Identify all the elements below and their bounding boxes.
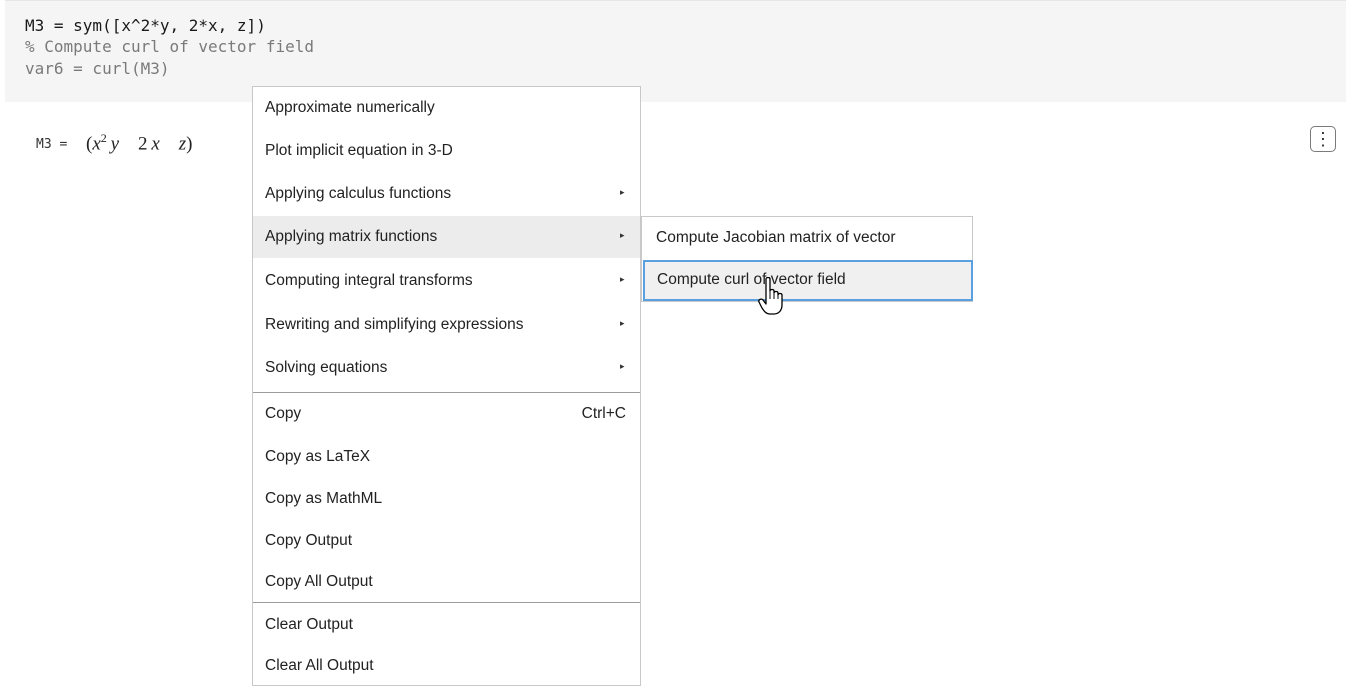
menu-item-label: Applying matrix functions bbox=[265, 228, 438, 245]
output-math-expression: (x2 y 2 x z) bbox=[86, 131, 193, 155]
math-var-y: y bbox=[110, 133, 120, 155]
code-line-3[interactable]: var6 = curl(M3) bbox=[25, 59, 170, 78]
menu-item-label: Solving equations bbox=[265, 359, 388, 376]
menu-item-copy-as-latex[interactable]: Copy as LaTeX bbox=[253, 436, 640, 478]
menu-item-label: Approximate numerically bbox=[265, 99, 435, 116]
output-options-button[interactable]: ⋮ bbox=[1310, 126, 1336, 152]
math-var-x: x bbox=[92, 133, 101, 155]
submenu-arrow-icon: ▸ bbox=[620, 230, 625, 240]
mouse-pointer-icon bbox=[758, 277, 783, 315]
menu-item-approximate-numerically[interactable]: Approximate numerically bbox=[253, 87, 640, 129]
menu-item-clear-all-output[interactable]: Clear All Output bbox=[253, 645, 640, 687]
submenu-arrow-icon: ▸ bbox=[620, 187, 625, 197]
math-exponent: 2 bbox=[100, 131, 107, 145]
menu-item-label: Copy as MathML bbox=[265, 490, 383, 507]
menu-item-clear-output[interactable]: Clear Output bbox=[253, 604, 640, 646]
menu-item-copy-output[interactable]: Copy Output bbox=[253, 520, 640, 562]
menu-item-label: Clear Output bbox=[265, 616, 353, 633]
math-var-x-2: x bbox=[151, 133, 160, 155]
submenu-item-jacobian[interactable]: Compute Jacobian matrix of vector bbox=[642, 217, 972, 259]
menu-item-label: Computing integral transforms bbox=[265, 272, 473, 289]
submenu-arrow-icon: ▸ bbox=[620, 274, 625, 284]
menu-item-plot-implicit-equation[interactable]: Plot implicit equation in 3-D bbox=[253, 130, 640, 172]
close-paren: ) bbox=[186, 133, 193, 155]
context-menu: Approximate numerically Plot implicit eq… bbox=[252, 86, 641, 686]
submenu-arrow-icon: ▸ bbox=[620, 361, 625, 371]
menu-item-label: Copy Output bbox=[265, 532, 353, 549]
submenu-item-curl[interactable]: Compute curl of vector field bbox=[643, 260, 973, 301]
menu-item-label: Copy All Output bbox=[265, 573, 373, 590]
submenu-item-label: Compute curl of vector field bbox=[657, 271, 846, 288]
menu-item-copy-all-output[interactable]: Copy All Output bbox=[253, 561, 640, 603]
menu-item-solving-equations[interactable]: Solving equations ▸ bbox=[253, 347, 640, 389]
menu-item-copy-as-mathml[interactable]: Copy as MathML bbox=[253, 478, 640, 520]
output-variable-label: M3 = bbox=[36, 137, 68, 152]
math-coefficient: 2 bbox=[138, 133, 148, 155]
menu-separator bbox=[253, 602, 640, 603]
menu-item-label: Plot implicit equation in 3-D bbox=[265, 142, 453, 159]
menu-item-label: Copy bbox=[265, 405, 302, 422]
menu-item-rewriting-simplifying[interactable]: Rewriting and simplifying expressions ▸ bbox=[253, 304, 640, 346]
menu-item-shortcut: Ctrl+C bbox=[581, 405, 626, 422]
menu-item-copy[interactable]: Copy Ctrl+C bbox=[253, 393, 640, 435]
code-block[interactable]: M3 = sym([x^2*y, 2*x, z]) % Compute curl… bbox=[5, 0, 1346, 102]
menu-item-label: Rewriting and simplifying expressions bbox=[265, 316, 524, 333]
menu-item-label: Clear All Output bbox=[265, 657, 374, 674]
vertical-ellipsis-icon: ⋮ bbox=[1314, 129, 1332, 149]
submenu-arrow-icon: ▸ bbox=[620, 318, 625, 328]
menu-item-calculus-functions[interactable]: Applying calculus functions ▸ bbox=[253, 173, 640, 215]
menu-item-integral-transforms[interactable]: Computing integral transforms ▸ bbox=[253, 260, 640, 302]
menu-item-label: Copy as LaTeX bbox=[265, 448, 371, 465]
menu-item-matrix-functions[interactable]: Applying matrix functions ▸ bbox=[253, 216, 640, 258]
submenu-item-label: Compute Jacobian matrix of vector bbox=[656, 229, 896, 246]
matrix-functions-submenu: Compute Jacobian matrix of vector Comput… bbox=[641, 216, 973, 302]
menu-item-label: Applying calculus functions bbox=[265, 185, 452, 202]
code-comment-line[interactable]: % Compute curl of vector field bbox=[25, 37, 314, 56]
code-line-1[interactable]: M3 = sym([x^2*y, 2*x, z]) bbox=[25, 16, 266, 35]
